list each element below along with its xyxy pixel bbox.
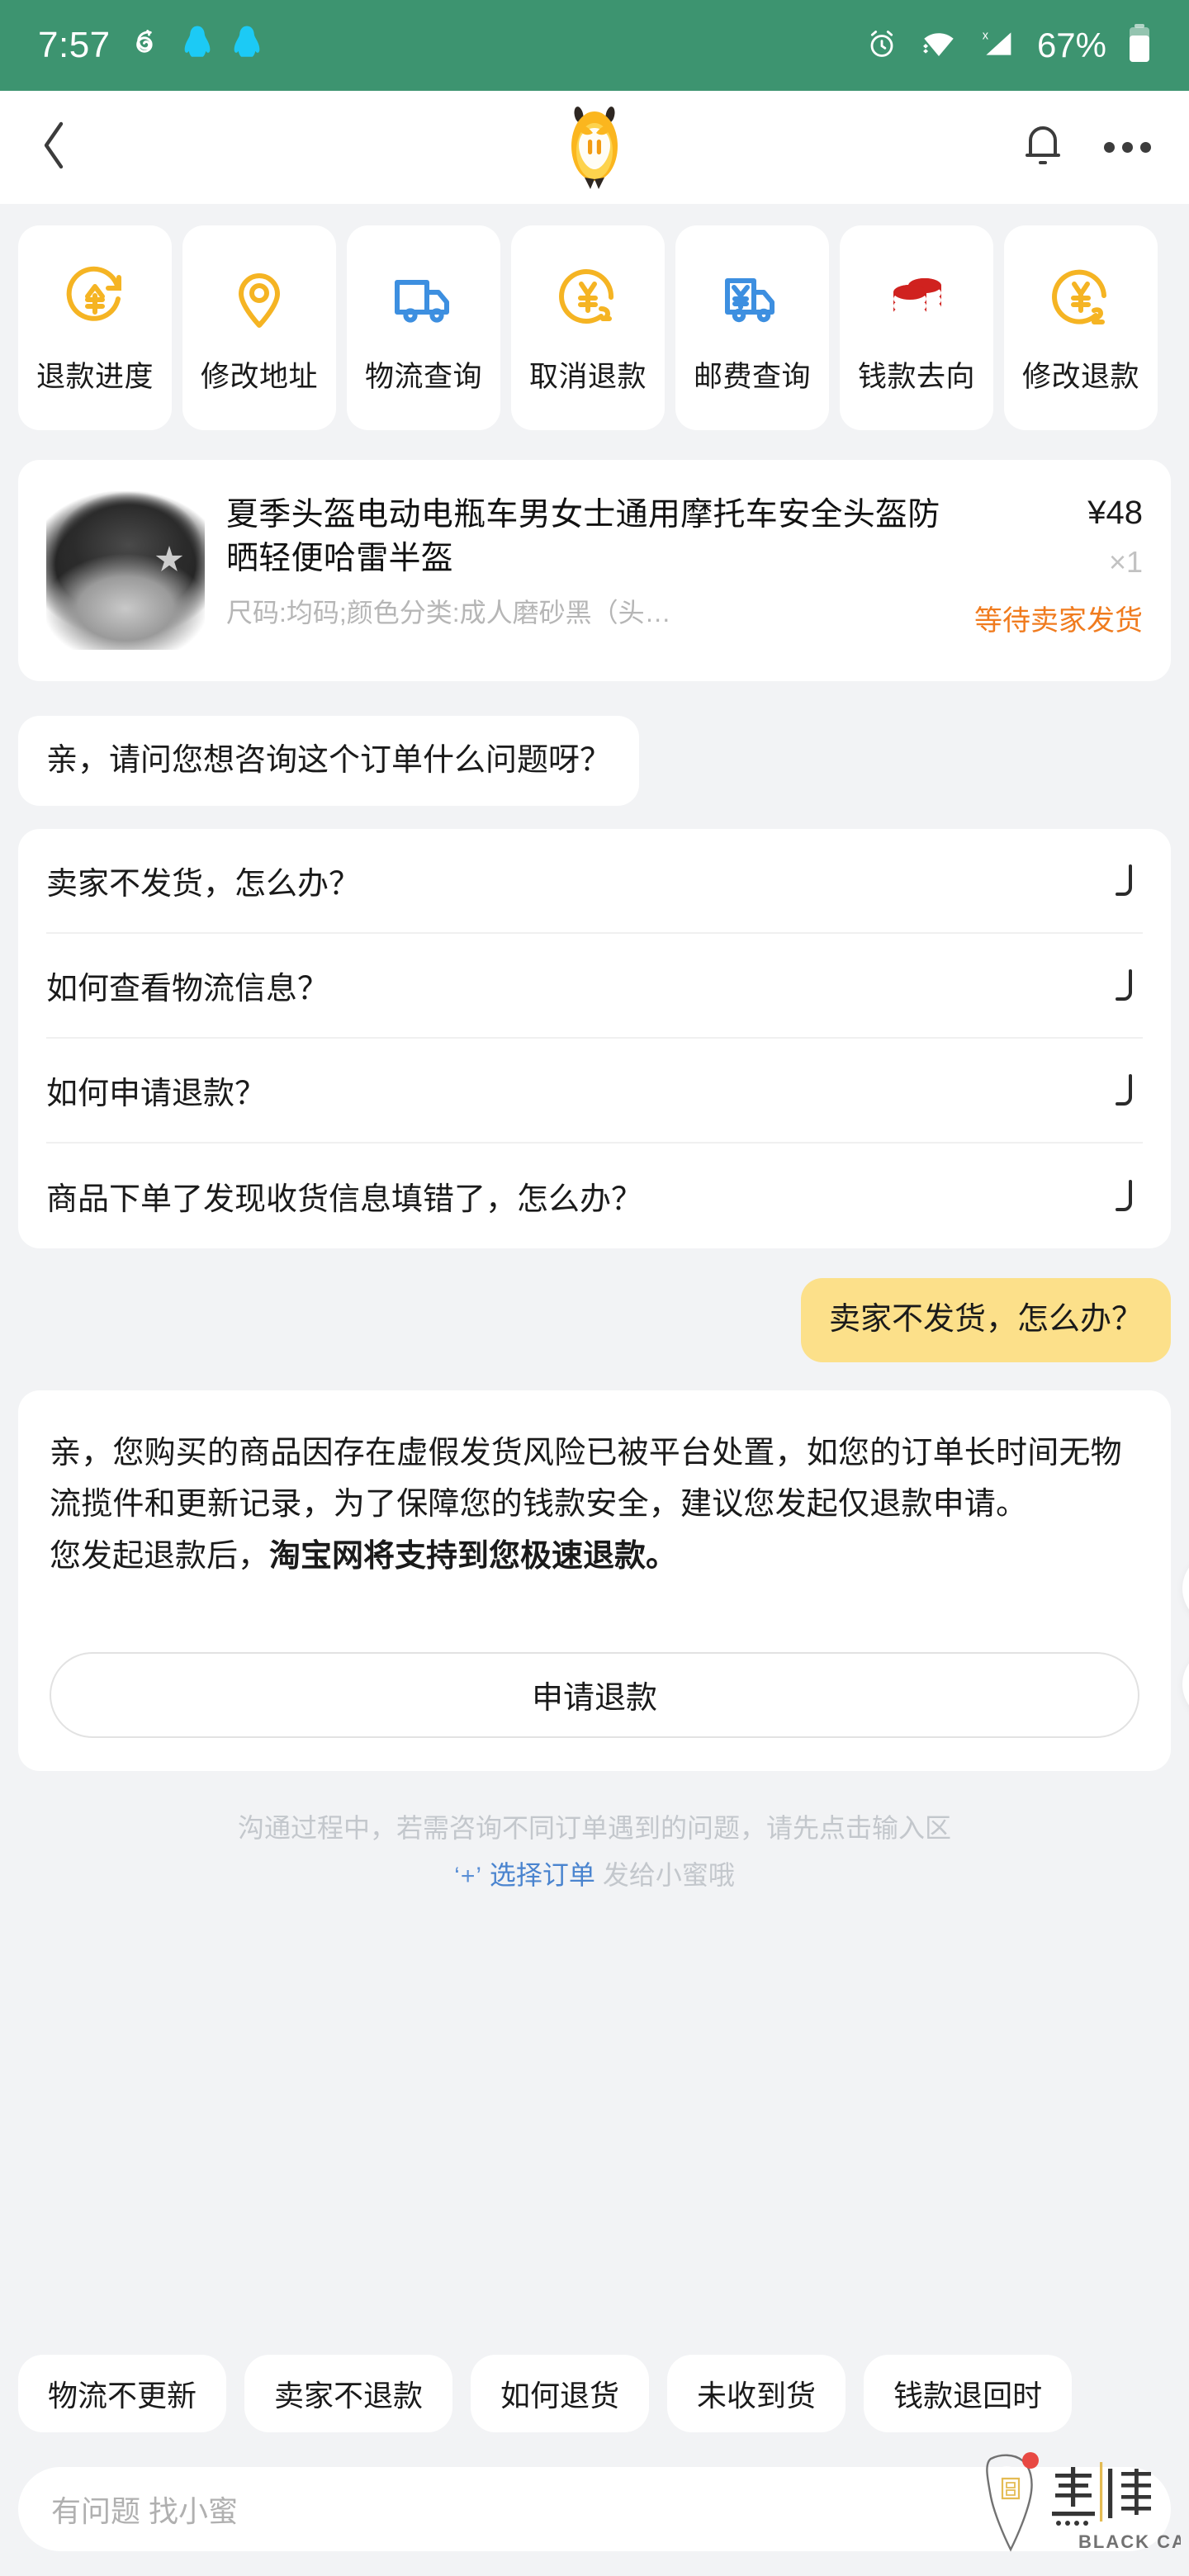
faq-item-label: 如何申请退款？ [46,1077,267,1112]
faq-item-wrong-address[interactable]: 商品下单了发现收货信息填错了，怎么办？ [46,1144,1143,1248]
quick-action-label: 退款进度 [36,360,154,393]
status-bar-right: x 67% [865,23,1151,68]
status-time: 7:57 [38,25,111,65]
battery-icon [1128,23,1151,68]
answer-paragraph-2-bold: 淘宝网将支持到您极速退款。 [269,1539,678,1574]
back-button[interactable] [38,119,96,177]
answer-paragraph-2-prefix: 您发起退款后， [50,1539,270,1574]
location-pin-icon [221,261,297,337]
user-message-row: 卖家不发货，怎么办？ [18,1278,1171,1362]
alarm-icon [865,27,898,64]
quick-actions-section: 退款进度 修改地址 物流查询 取消退款 邮费查询 钱款去向 修改退款 [0,204,1189,430]
quick-action-money-destination[interactable]: 钱款去向 [840,225,993,430]
quick-reply-chip[interactable]: 未收到货 [667,2355,846,2432]
qq-icon [231,25,263,67]
quick-action-modify-refund[interactable]: 修改退款 [1004,225,1158,430]
quick-reply-chip[interactable]: 钱款退回时 [864,2355,1073,2432]
select-order-link[interactable]: 选择订单 [490,1860,595,1890]
return-arrow-icon [1105,1072,1143,1110]
return-arrow-icon [1105,967,1143,1005]
answer-paragraph-1: 亲，您购买的商品因存在虚假发货风险已被平台处置，如您的订单长时间无物流揽件和更新… [50,1435,1122,1522]
cancel-refund-icon [550,261,626,337]
status-bar: 7:57 x 67% [0,0,1189,91]
quick-action-label: 邮费查询 [693,360,811,393]
truck-icon [386,261,462,337]
product-quantity: ×1 [1108,545,1143,579]
quick-action-logistics[interactable]: 物流查询 [347,225,500,430]
quick-action-modify-address[interactable]: 修改地址 [182,225,336,430]
faq-item-label: 商品下单了发现收货信息填错了，怎么办？ [46,1182,643,1218]
quick-action-label: 钱款去向 [857,360,975,393]
order-status-badge: 等待卖家发货 [974,605,1143,637]
faq-item-seller-not-shipping[interactable]: 卖家不发货，怎么办？ [46,829,1143,935]
motorcycle-helmet-photo [46,491,205,650]
wifi-icon [920,28,958,64]
quick-reply-chip[interactable]: 卖家不退款 [244,2355,453,2432]
quick-reply-chip[interactable]: 物流不更新 [18,2355,227,2432]
thumbs-down-button[interactable] [1182,1647,1189,1721]
quick-action-shipping-fee[interactable]: 邮费查询 [675,225,829,430]
answer-paragraph-2: 您发起退款后，淘宝网将支持到您极速退款。 [50,1532,1139,1583]
bot-answer-card: 亲，您购买的商品因存在虚假发货风险已被平台处置，如您的订单长时间无物流揽件和更新… [18,1390,1189,1771]
faq-item-check-logistics[interactable]: 如何查看物流信息？ [46,934,1143,1039]
order-select-hint: 沟通过程中，若需咨询不同订单遇到的问题，请先点击输入区 ‘+’ 选择订单 发给小… [18,1807,1171,1896]
qq-icon [182,25,213,67]
bell-icon [1020,126,1066,173]
product-title: 夏季头盔电动电瓶车男女士通用摩托车安全头盔防晒轻便哈雷半盔 [226,497,940,577]
coins-stack-icon [879,261,955,337]
bot-greeting-row: 亲，请问您想咨询这个订单什么问题呀？ [18,681,1171,807]
taobao-xiaomi-mascot-icon [555,102,634,193]
quick-action-label: 修改地址 [200,360,318,393]
quick-action-label: 修改退款 [1021,360,1139,393]
quick-reply-chips[interactable]: 物流不更新 卖家不退款 如何退货 未收到货 钱款退回时 [0,2345,1189,2442]
status-bar-left: 7:57 [38,25,263,67]
hint-line-2: ‘+’ 选择订单 发给小蜜哦 [18,1854,1171,1896]
product-price: ¥48 [1087,495,1143,531]
quick-action-label: 物流查询 [364,360,482,393]
product-info: 夏季头盔电动电瓶车男女士通用摩托车安全头盔防晒轻便哈雷半盔 尺码:均码;颜色分类… [226,491,953,650]
apply-refund-button[interactable]: 申请退款 [50,1651,1139,1738]
quick-action-cancel-refund[interactable]: 取消退款 [511,225,665,430]
quick-action-label: 取消退款 [528,360,647,393]
faq-item-label: 卖家不发货，怎么办？ [46,867,361,902]
quick-actions-row[interactable]: 退款进度 修改地址 物流查询 取消退款 邮费查询 钱款去向 修改退款 [0,225,1189,430]
thumbs-up-button[interactable] [1182,1551,1189,1625]
nav-bar-right [1020,121,1151,174]
hint-line-1: 沟通过程中，若需咨询不同订单遇到的问题，请先点击输入区 [237,1812,951,1843]
bell-button[interactable] [1020,121,1066,174]
signal-no-sim-icon: x [979,27,1016,64]
edit-refund-icon [1043,261,1119,337]
battery-percent: 67% [1036,26,1106,64]
refund-progress-icon [57,261,133,337]
hint-line-2-suffix: 发给小蜜哦 [602,1859,735,1890]
message-input-bar: 有问题 找小蜜 [0,2442,1189,2576]
more-horizontal-icon [1104,142,1115,153]
svg-text:x: x [983,29,989,42]
message-input[interactable]: 有问题 找小蜜 [18,2467,1171,2551]
product-sku: 尺码:均码;颜色分类:成人磨砂黑（头… [226,598,671,628]
more-button[interactable] [1104,142,1151,153]
quick-reply-chip[interactable]: 如何退货 [471,2355,650,2432]
nav-bar [0,91,1189,204]
quick-action-refund-progress[interactable]: 退款进度 [18,225,172,430]
bot-message-bubble: 亲，请问您想咨询这个订单什么问题呀？ [18,716,640,807]
plus-sign-hint: ‘+’ [454,1862,483,1890]
return-arrow-icon [1105,862,1143,900]
faq-item-how-to-refund[interactable]: 如何申请退款？ [46,1039,1143,1144]
chevron-left-icon [38,119,71,176]
product-meta: ¥48 ×1 等待卖家发货 [974,491,1143,650]
shipping-fee-truck-icon [714,261,790,337]
feedback-buttons [1182,1551,1189,1721]
faq-item-label: 如何查看物流信息？ [46,972,329,1007]
user-message-bubble: 卖家不发货，怎么办？ [800,1278,1171,1362]
chat-thread: 亲，请问您想咨询这个订单什么问题呀？ 卖家不发货，怎么办？ 如何查看物流信息？ … [0,681,1189,1896]
faq-list-card: 卖家不发货，怎么办？ 如何查看物流信息？ 如何申请退款？ 商品下单了发现收货信息… [18,829,1171,1249]
netease-music-icon [129,26,163,65]
app-screen: 7:57 x 67% 退款进度 修改地址 物流查询 取消退款 邮费查询 钱款去向… [0,0,1189,2576]
order-product-card[interactable]: 夏季头盔电动电瓶车男女士通用摩托车安全头盔防晒轻便哈雷半盔 尺码:均码;颜色分类… [18,460,1171,681]
return-arrow-icon [1105,1177,1143,1215]
